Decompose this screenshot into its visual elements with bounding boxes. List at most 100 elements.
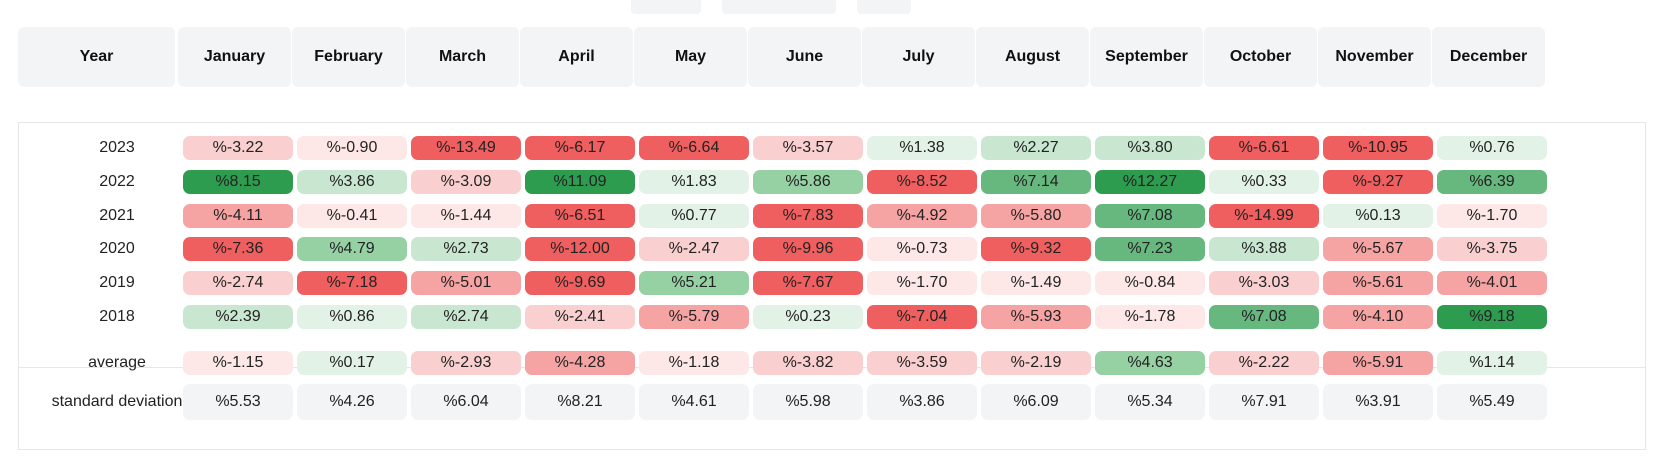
return-cell-2019-august[interactable]: %-1.49 [981, 271, 1091, 295]
return-cell-2020-december[interactable]: %-3.75 [1437, 237, 1547, 261]
average-cell-january[interactable]: %-1.15 [183, 351, 293, 375]
header-april[interactable]: April [520, 27, 633, 87]
return-cell-2021-july[interactable]: %-4.92 [867, 204, 977, 228]
header-july[interactable]: July [862, 27, 975, 87]
return-cell-2018-january[interactable]: %2.39 [183, 305, 293, 329]
return-cell-2020-august[interactable]: %-9.32 [981, 237, 1091, 261]
average-cell-february[interactable]: %0.17 [297, 351, 407, 375]
return-cell-2018-december[interactable]: %9.18 [1437, 305, 1547, 329]
header-march[interactable]: March [406, 27, 519, 87]
return-cell-2021-april[interactable]: %-6.51 [525, 204, 635, 228]
return-cell-2022-november[interactable]: %-9.27 [1323, 170, 1433, 194]
return-cell-2022-september[interactable]: %12.27 [1095, 170, 1205, 194]
return-cell-2018-april[interactable]: %-2.41 [525, 305, 635, 329]
return-cell-2022-october[interactable]: %0.33 [1209, 170, 1319, 194]
return-cell-2018-june[interactable]: %0.23 [753, 305, 863, 329]
return-cell-2019-november[interactable]: %-5.61 [1323, 271, 1433, 295]
return-cell-2023-april[interactable]: %-6.17 [525, 136, 635, 160]
average-cell-april[interactable]: %-4.28 [525, 351, 635, 375]
return-cell-2023-january[interactable]: %-3.22 [183, 136, 293, 160]
return-cell-2020-february[interactable]: %4.79 [297, 237, 407, 261]
return-cell-2023-september[interactable]: %3.80 [1095, 136, 1205, 160]
header-january[interactable]: January [178, 27, 291, 87]
return-cell-2021-september[interactable]: %7.08 [1095, 204, 1205, 228]
average-cell-july[interactable]: %-3.59 [867, 351, 977, 375]
return-cell-2019-april[interactable]: %-9.69 [525, 271, 635, 295]
return-cell-2021-august[interactable]: %-5.80 [981, 204, 1091, 228]
return-cell-2018-september[interactable]: %-1.78 [1095, 305, 1205, 329]
return-cell-2021-october[interactable]: %-14.99 [1209, 204, 1319, 228]
return-cell-2020-march[interactable]: %2.73 [411, 237, 521, 261]
return-cell-2023-may[interactable]: %-6.64 [639, 136, 749, 160]
return-cell-2022-july[interactable]: %-8.52 [867, 170, 977, 194]
return-cell-2022-may[interactable]: %1.83 [639, 170, 749, 194]
return-cell-2018-july[interactable]: %-7.04 [867, 305, 977, 329]
return-cell-2021-february[interactable]: %-0.41 [297, 204, 407, 228]
return-cell-2020-april[interactable]: %-12.00 [525, 237, 635, 261]
return-cell-2019-january[interactable]: %-2.74 [183, 271, 293, 295]
top-tab-3[interactable] [857, 0, 911, 14]
header-october[interactable]: October [1204, 27, 1317, 87]
return-cell-2022-august[interactable]: %7.14 [981, 170, 1091, 194]
top-tab-1[interactable] [631, 0, 701, 14]
return-cell-2020-september[interactable]: %7.23 [1095, 237, 1205, 261]
return-cell-2021-november[interactable]: %0.13 [1323, 204, 1433, 228]
average-cell-november[interactable]: %-5.91 [1323, 351, 1433, 375]
return-cell-2021-december[interactable]: %-1.70 [1437, 204, 1547, 228]
header-december[interactable]: December [1432, 27, 1545, 87]
header-february[interactable]: February [292, 27, 405, 87]
return-cell-2019-september[interactable]: %-0.84 [1095, 271, 1205, 295]
average-cell-may[interactable]: %-1.18 [639, 351, 749, 375]
return-cell-2023-february[interactable]: %-0.90 [297, 136, 407, 160]
top-tab-2[interactable] [722, 0, 836, 14]
return-cell-2019-june[interactable]: %-7.67 [753, 271, 863, 295]
return-cell-2022-february[interactable]: %3.86 [297, 170, 407, 194]
return-cell-2020-may[interactable]: %-2.47 [639, 237, 749, 261]
header-september[interactable]: September [1090, 27, 1203, 87]
return-cell-2022-march[interactable]: %-3.09 [411, 170, 521, 194]
return-cell-2019-february[interactable]: %-7.18 [297, 271, 407, 295]
return-cell-2021-may[interactable]: %0.77 [639, 204, 749, 228]
header-august[interactable]: August [976, 27, 1089, 87]
return-cell-2020-january[interactable]: %-7.36 [183, 237, 293, 261]
average-cell-december[interactable]: %1.14 [1437, 351, 1547, 375]
average-cell-june[interactable]: %-3.82 [753, 351, 863, 375]
return-cell-2018-november[interactable]: %-4.10 [1323, 305, 1433, 329]
return-cell-2023-march[interactable]: %-13.49 [411, 136, 521, 160]
average-cell-september[interactable]: %4.63 [1095, 351, 1205, 375]
return-cell-2018-october[interactable]: %7.08 [1209, 305, 1319, 329]
return-cell-2020-october[interactable]: %3.88 [1209, 237, 1319, 261]
return-cell-2020-june[interactable]: %-9.96 [753, 237, 863, 261]
return-cell-2018-february[interactable]: %0.86 [297, 305, 407, 329]
return-cell-2023-december[interactable]: %0.76 [1437, 136, 1547, 160]
return-cell-2021-june[interactable]: %-7.83 [753, 204, 863, 228]
return-cell-2019-may[interactable]: %5.21 [639, 271, 749, 295]
return-cell-2020-july[interactable]: %-0.73 [867, 237, 977, 261]
header-november[interactable]: November [1318, 27, 1431, 87]
return-cell-2023-october[interactable]: %-6.61 [1209, 136, 1319, 160]
return-cell-2023-november[interactable]: %-10.95 [1323, 136, 1433, 160]
return-cell-2019-july[interactable]: %-1.70 [867, 271, 977, 295]
return-cell-2023-august[interactable]: %2.27 [981, 136, 1091, 160]
return-cell-2019-december[interactable]: %-4.01 [1437, 271, 1547, 295]
return-cell-2020-november[interactable]: %-5.67 [1323, 237, 1433, 261]
return-cell-2022-april[interactable]: %11.09 [525, 170, 635, 194]
average-cell-march[interactable]: %-2.93 [411, 351, 521, 375]
average-cell-august[interactable]: %-2.19 [981, 351, 1091, 375]
return-cell-2018-march[interactable]: %2.74 [411, 305, 521, 329]
return-cell-2019-october[interactable]: %-3.03 [1209, 271, 1319, 295]
average-cell-october[interactable]: %-2.22 [1209, 351, 1319, 375]
return-cell-2018-may[interactable]: %-5.79 [639, 305, 749, 329]
return-cell-2023-july[interactable]: %1.38 [867, 136, 977, 160]
return-cell-2018-august[interactable]: %-5.93 [981, 305, 1091, 329]
return-cell-2021-january[interactable]: %-4.11 [183, 204, 293, 228]
return-cell-2019-march[interactable]: %-5.01 [411, 271, 521, 295]
header-may[interactable]: May [634, 27, 747, 87]
return-cell-2022-june[interactable]: %5.86 [753, 170, 863, 194]
return-cell-2022-january[interactable]: %8.15 [183, 170, 293, 194]
std-dev-cell-january: %5.53 [183, 384, 293, 420]
return-cell-2021-march[interactable]: %-1.44 [411, 204, 521, 228]
return-cell-2023-june[interactable]: %-3.57 [753, 136, 863, 160]
header-june[interactable]: June [748, 27, 861, 87]
return-cell-2022-december[interactable]: %6.39 [1437, 170, 1547, 194]
